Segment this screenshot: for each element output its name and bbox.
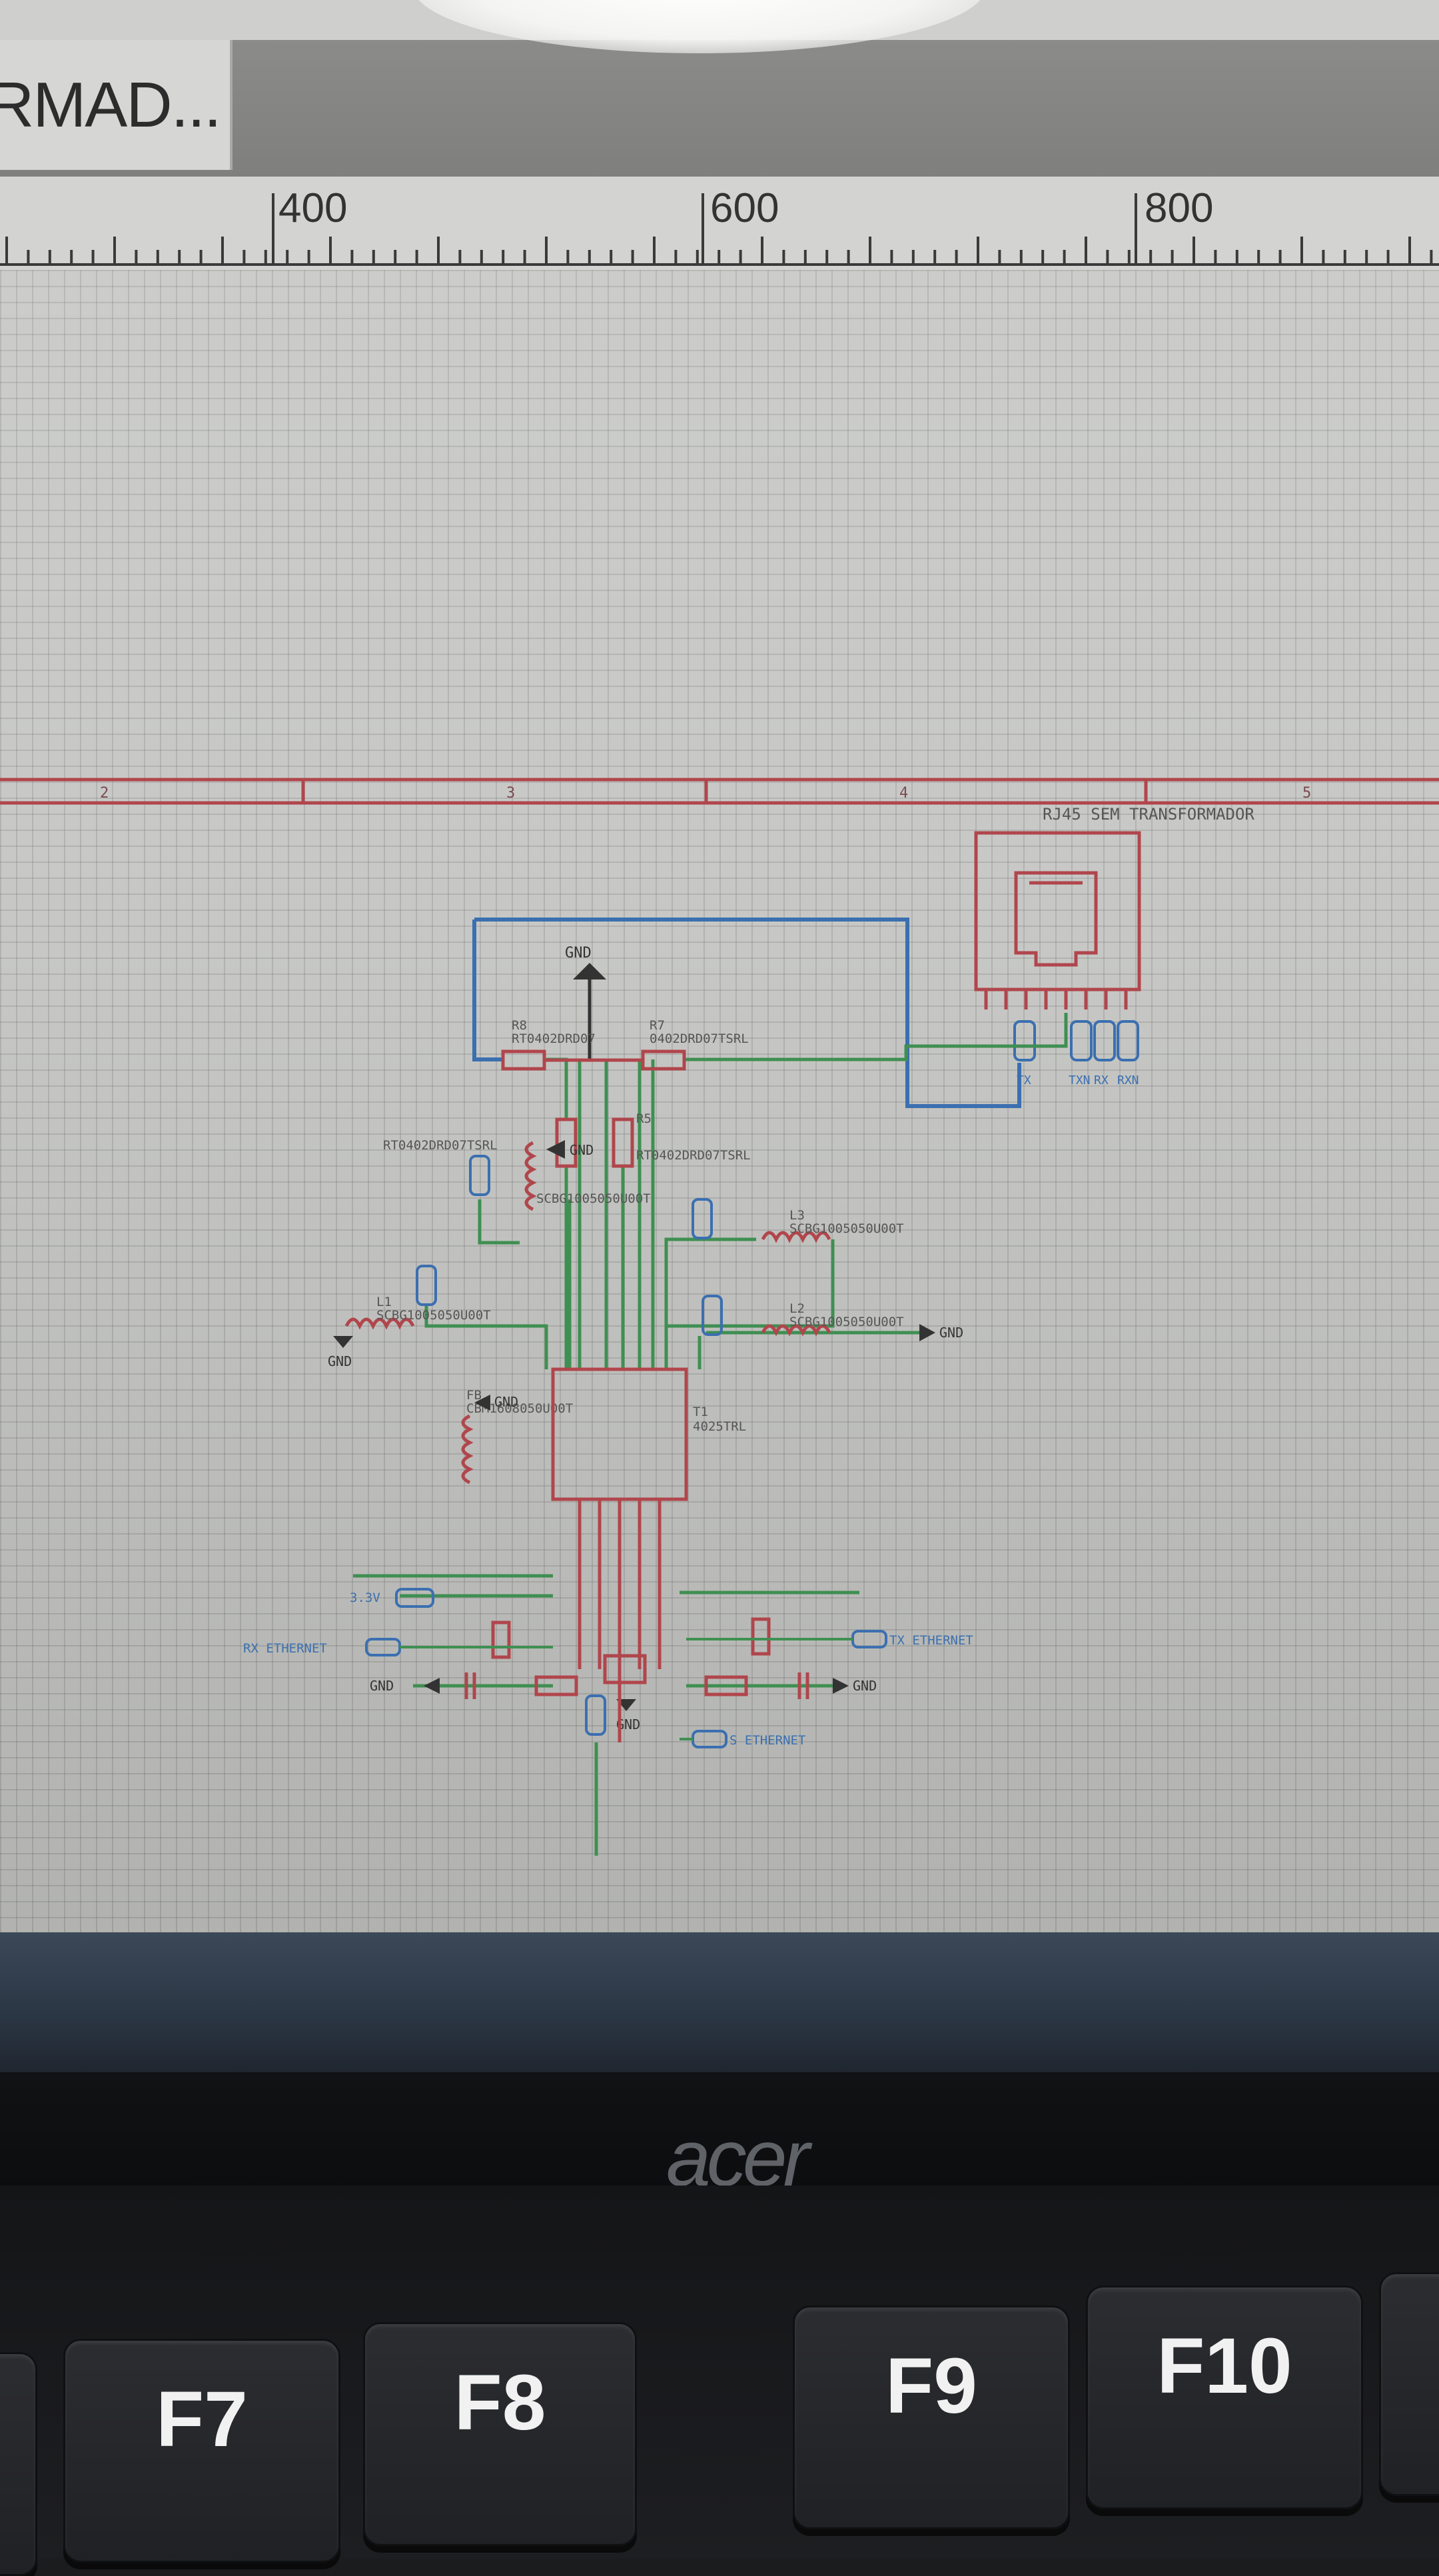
net-port-tx-connector[interactable] [1013,1020,1036,1061]
resistor-r5[interactable] [612,1117,634,1168]
r5-designator: R5 [636,1111,652,1126]
document-tab-label: RMAD... [0,69,222,141]
blue-bus-wire [474,918,1021,1108]
gnd-label-l1: GND [328,1353,352,1369]
frame-zone-3: 3 [506,785,515,802]
l2-value: SCBG1005050U00T [789,1315,904,1329]
gnd-label-l2: GND [939,1325,963,1341]
port-3v3-label: 3.3V [350,1591,380,1605]
gnd-symbol-l4: GND [546,1140,594,1159]
l3-value: SCBG1005050U00T [789,1221,904,1236]
blue-bus-wire-left [472,920,503,1061]
l2-designator: L2 [789,1301,805,1316]
port-rx-label: RX [1094,1073,1109,1087]
r7-designator: R7 [650,1018,665,1033]
net-port-txn-connector[interactable] [1070,1020,1093,1061]
gnd-symbol-right-cap: GND [833,1678,877,1694]
key-f9[interactable]: F9 [793,2305,1070,2529]
gnd-label-right-cap: GND [853,1678,877,1694]
gnd-symbol-l2: GND [919,1324,963,1341]
port-s-ethernet-label: S ETHERNET [729,1733,805,1748]
net-port-rxn-right[interactable] [702,1295,723,1336]
r8-designator: R8 [512,1018,527,1033]
resistor-bottom-right-vertical[interactable] [751,1617,771,1656]
ruler-label-800: 800 [1145,185,1213,231]
net-port-rx-connector[interactable] [1093,1020,1116,1061]
horizontal-ruler: 400 600 800 [0,177,1439,273]
r7-value: 0402DRD07TSRL [650,1031,749,1046]
key-f7-label: F7 [156,2375,248,2463]
port-rxn-label: RXN [1117,1073,1139,1087]
resistor-bottom-left-vertical[interactable] [491,1620,511,1659]
monitor-bezel [0,1932,1439,2072]
resistor-r7[interactable] [641,1049,686,1071]
gnd-label-fb: GND [494,1394,518,1410]
gnd-symbol-l1: GND [328,1336,353,1369]
r6-value: RT0402DRD07TSRL [383,1138,498,1153]
l4-value: SCBG1005050U00T [536,1191,651,1206]
port-txn-label: TXN [1069,1073,1091,1087]
key-f8[interactable]: F8 [363,2322,637,2546]
r5-value: RT0402DRD07TSRL [636,1148,751,1163]
transformer-t1[interactable] [551,1367,688,1742]
document-tab[interactable]: RMAD... [0,40,233,170]
port-tx-ethernet-label: TX ETHERNET [889,1633,973,1648]
document-tab-bar: RMAD... [0,40,1439,177]
keyboard: F7 F8 F9 F10 [0,2186,1439,2576]
ruler-label-600: 600 [710,185,779,231]
gnd-label-l4: GND [570,1142,594,1158]
ruler-graphic: 400 600 800 [0,185,1439,266]
key-f7[interactable]: F7 [63,2339,340,2563]
key-f11-partial[interactable] [1379,2272,1439,2496]
net-port-txn-left[interactable] [416,1265,437,1306]
sheet-frame [0,778,1439,805]
connector-title: RJ45 SEM TRANSFORMADOR [1043,805,1254,824]
l1-value: SCBG1005050U00T [376,1308,491,1323]
net-port-bottom-vertical[interactable] [585,1694,606,1736]
key-f10[interactable]: F10 [1086,2285,1363,2509]
key-f10-label: F10 [1157,2322,1292,2410]
net-port-tx-ethernet[interactable] [851,1630,887,1648]
gnd-label-top: GND [565,945,592,962]
key-f6-partial[interactable] [0,2352,37,2576]
schematic-canvas[interactable]: 2 3 4 5 RJ45 SEM TRANSFORMADOR TX TXN RX… [0,270,1439,1932]
inductor-l4-vertical[interactable] [524,1141,537,1211]
ruler-label-400: 400 [278,185,347,231]
schematic-drawing: 2 3 4 5 RJ45 SEM TRANSFORMADOR TX TXN RX… [0,778,1439,1856]
resistor-r8[interactable] [501,1049,546,1071]
net-port-3v3[interactable] [395,1588,434,1608]
l1-designator: L1 [376,1295,392,1309]
r8-value: RT0402DRD07 [512,1031,596,1046]
l3-designator: L3 [789,1208,805,1223]
net-port-rx-right[interactable] [692,1198,713,1239]
net-port-rxn-connector[interactable] [1117,1020,1139,1061]
net-port-s-ethernet[interactable] [692,1730,727,1748]
key-f8-label: F8 [454,2359,546,2447]
frame-zone-2: 2 [100,785,109,802]
net-port-tx-left[interactable] [469,1155,490,1196]
gnd-symbol-left-cap: GND [370,1678,440,1694]
frame-zone-4: 4 [899,785,908,802]
port-rx-ethernet-label: RX ETHERNET [243,1641,327,1656]
rj45-connector-symbol[interactable] [974,831,1141,1009]
ferrite-bead-fb[interactable] [461,1414,474,1485]
key-f9-label: F9 [885,2342,977,2430]
t1-designator: T1 [693,1405,708,1419]
t1-value: 4025TRL [693,1419,746,1434]
net-port-rx-ethernet[interactable] [365,1638,401,1656]
gnd-label-left-cap: GND [370,1678,394,1694]
frame-zone-5: 5 [1302,785,1311,802]
